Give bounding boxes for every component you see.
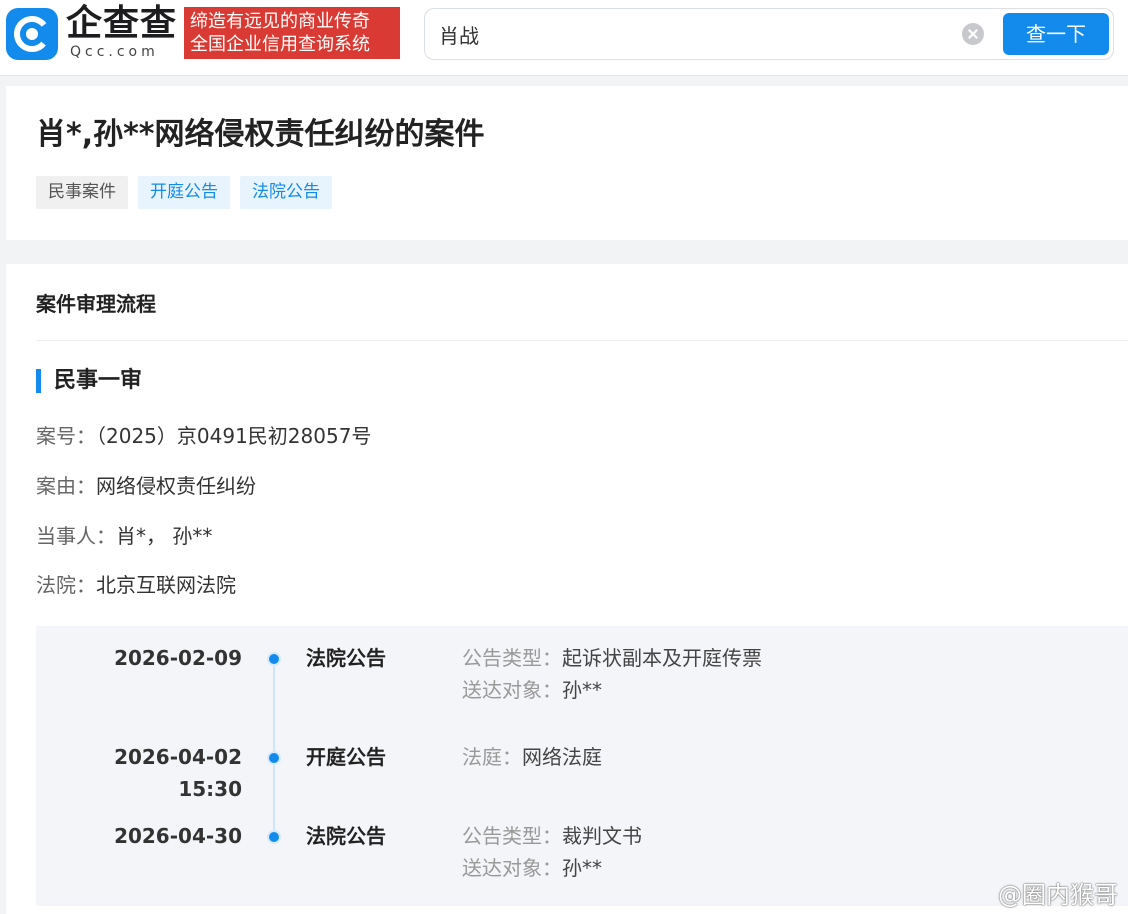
detail-label: 公告类型： (462, 646, 562, 670)
timeline-dot-icon (267, 652, 281, 666)
timeline-details: 法庭：网络法庭 (462, 741, 602, 773)
timeline-date: 2026-02-09 (114, 646, 242, 670)
tag-hearing-notice[interactable]: 开庭公告 (138, 176, 230, 209)
top-header: 企查查 Qcc.com 缔造有远见的商业传奇 全国企业信用查询系统 查一下 (0, 0, 1128, 76)
watermark: @圈内猴哥 (998, 881, 1118, 909)
field-value: （2025）京0491民初28057号 (96, 424, 372, 448)
detail-line: 送达对象：孙** (462, 852, 642, 884)
field-label: 案号： (36, 424, 96, 448)
detail-label: 送达对象： (462, 856, 562, 880)
clear-icon[interactable] (962, 23, 984, 45)
detail-value: 网络法庭 (522, 745, 602, 769)
detail-value: 裁判文书 (562, 824, 642, 848)
timeline-details: 公告类型：裁判文书 送达对象：孙** (462, 820, 642, 884)
detail-line: 公告类型：起诉状副本及开庭传票 (462, 642, 762, 674)
divider (36, 340, 1128, 341)
timeline-details: 公告类型：起诉状副本及开庭传票 送达对象：孙** (462, 642, 762, 706)
detail-value: 孙** (562, 678, 602, 702)
court-field: 法院：北京互联网法院 (36, 571, 236, 599)
detail-label: 公告类型： (462, 824, 562, 848)
detail-label: 送达对象： (462, 678, 562, 702)
timeline-type[interactable]: 开庭公告 (306, 741, 386, 773)
detail-label: 法庭： (462, 745, 522, 769)
timeline-dot-icon (267, 830, 281, 844)
timeline: 2026-02-09 法院公告 公告类型：起诉状副本及开庭传票 送达对象：孙**… (36, 626, 1128, 906)
parties-field: 当事人：肖*， 孙** (36, 522, 212, 550)
section-title: 案件审理流程 (36, 292, 156, 316)
field-value: 肖*， 孙** (116, 524, 213, 548)
detail-line: 送达对象：孙** (462, 674, 762, 706)
timeline-date-time: 15:30 (178, 777, 242, 801)
timeline-line (273, 658, 275, 838)
field-value: 网络侵权责任纠纷 (96, 474, 256, 498)
field-label: 当事人： (36, 524, 116, 548)
detail-line: 法庭：网络法庭 (462, 741, 602, 773)
tag-court-notice[interactable]: 法院公告 (240, 176, 332, 209)
timeline-type[interactable]: 法院公告 (306, 820, 386, 852)
detail-value: 孙** (562, 856, 602, 880)
stage-accent-bar (36, 369, 41, 393)
detail-line: 公告类型：裁判文书 (462, 820, 642, 852)
search-button[interactable]: 查一下 (1003, 13, 1109, 55)
stage-title: 民事一审 (54, 368, 143, 393)
case-process-card: 案件审理流程 民事一审 案号：（2025）京0491民初28057号 案由：网络… (6, 264, 1128, 914)
case-tags: 民事案件 开庭公告 法院公告 (36, 176, 332, 209)
tag-civil-case: 民事案件 (36, 176, 128, 209)
case-cause-field: 案由：网络侵权责任纠纷 (36, 472, 256, 500)
logo-text[interactable]: 企查查 (66, 4, 177, 44)
field-label: 法院： (36, 573, 96, 597)
field-value: 北京互联网法院 (96, 573, 236, 597)
slogan-banner: 缔造有远见的商业传奇 全国企业信用查询系统 (184, 7, 400, 59)
slogan-line-1: 缔造有远见的商业传奇 (190, 11, 370, 32)
timeline-type[interactable]: 法院公告 (306, 642, 386, 674)
timeline-dot-icon (267, 751, 281, 765)
page-title: 肖*,孙**网络侵权责任纠纷的案件 (36, 117, 485, 152)
timeline-date: 2026-04-30 (114, 824, 242, 848)
search-bar: 查一下 (424, 8, 1114, 60)
case-title-card: 肖*,孙**网络侵权责任纠纷的案件 民事案件 开庭公告 法院公告 (6, 86, 1128, 240)
search-input[interactable] (439, 17, 959, 51)
slogan-line-2: 全国企业信用查询系统 (190, 34, 370, 55)
timeline-date-day: 2026-04-02 (114, 745, 242, 769)
case-number-field: 案号：（2025）京0491民初28057号 (36, 422, 371, 450)
logo-domain: Qcc.com (70, 44, 159, 60)
field-label: 案由： (36, 474, 96, 498)
timeline-date: 2026-04-02 15:30 (114, 741, 242, 805)
detail-value: 起诉状副本及开庭传票 (562, 646, 762, 670)
qcc-logo-icon[interactable] (6, 8, 58, 60)
